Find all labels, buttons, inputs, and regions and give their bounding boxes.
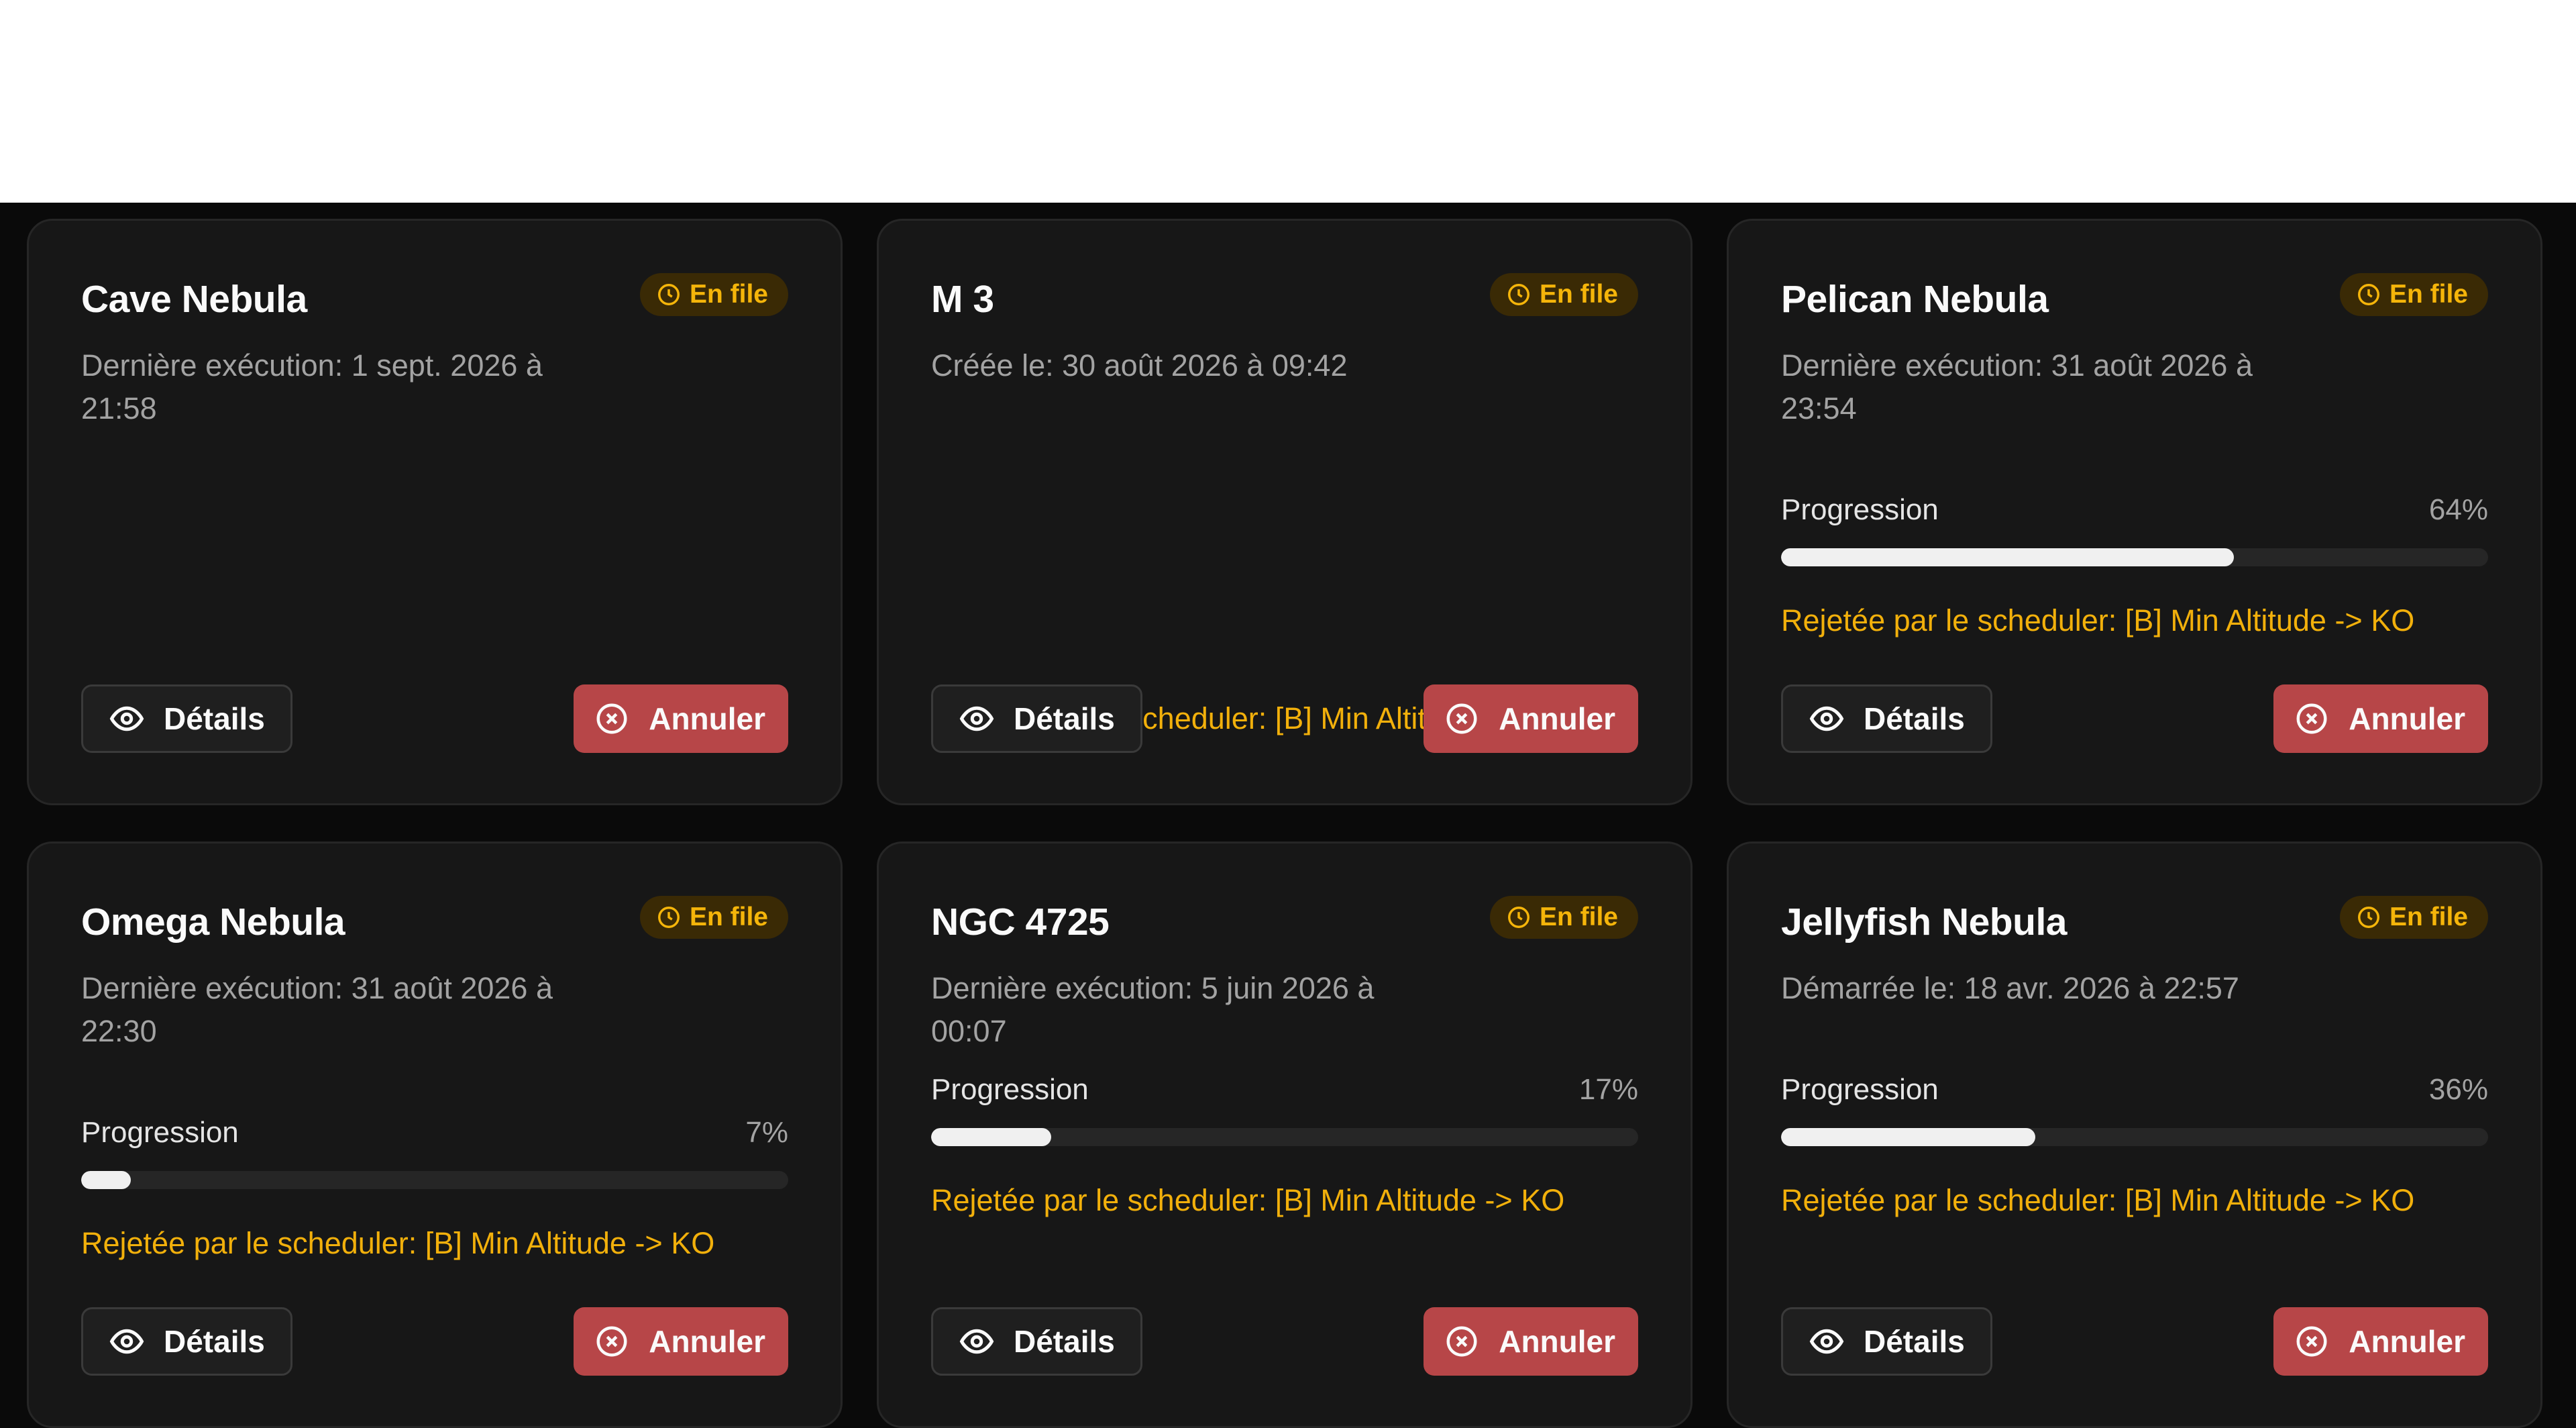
cancel-label: Annuler [2349,1324,2465,1359]
progress-track [1781,1128,2488,1146]
status-label: En file [689,903,768,931]
session-card: M 3 En file Créée le: 30 août 2026 à 09:… [877,219,1693,805]
x-circle-icon [596,1326,627,1357]
clock-icon [1507,284,1529,305]
cancel-button[interactable]: Annuler [1424,1307,1638,1376]
cancel-button[interactable]: Annuler [574,684,788,753]
session-card: NGC 4725 En file Dernière exécution: 5 j… [877,842,1693,1428]
card-title: Cave Nebula [81,278,307,321]
x-circle-icon [1446,1326,1477,1357]
card-title: Jellyfish Nebula [1781,901,2068,944]
cancel-label: Annuler [2349,701,2465,736]
clock-icon [657,907,680,928]
card-title: M 3 [931,278,994,321]
progress-track [931,1128,1638,1146]
cancel-button[interactable]: Annuler [2273,684,2488,753]
progress-track [81,1171,788,1189]
x-circle-icon [2296,1326,2327,1357]
eye-icon [109,1329,144,1354]
session-card: Cave Nebula En file Dernière exécution: … [27,219,843,805]
status-label: En file [689,280,768,309]
progress-percent: 36% [2428,1073,2488,1106]
cancel-button[interactable]: Annuler [2273,1307,2488,1376]
details-button[interactable]: Détails [931,684,1142,753]
progress-fill [931,1128,1052,1146]
status-badge: En file [1489,896,1638,939]
status-label: En file [1539,280,1618,309]
details-label: Détails [164,1324,265,1359]
status-badge: En file [1489,273,1638,316]
scheduler-warning: Rejetée par le scheduler: [B] Min Altitu… [931,1183,1565,1217]
details-button[interactable]: Détails [81,684,292,753]
scheduler-warning: Rejetée par le scheduler: [B] Min Altitu… [1781,603,2415,638]
progress-label: Progression [81,1116,239,1149]
card-title: Omega Nebula [81,901,345,944]
scheduler-warning: Rejetée par le scheduler: [B] Min Altitu… [1781,1183,2415,1217]
session-card: Jellyfish Nebula En file Démarrée le: 18… [1727,842,2542,1428]
details-label: Détails [1014,701,1115,736]
details-button[interactable]: Détails [1781,1307,1992,1376]
card-subtitle: Dernière exécution: 31 août 2026 à 23:54 [1781,348,2253,425]
progress-fill [81,1171,131,1189]
status-badge: En file [2339,896,2488,939]
status-badge: En file [2339,273,2488,316]
details-button[interactable]: Détails [1781,684,1992,753]
clock-icon [657,284,680,305]
card-subtitle: Dernière exécution: 31 août 2026 à 22:30 [81,971,553,1048]
cancel-label: Annuler [1499,701,1615,736]
details-label: Détails [1864,1324,1965,1359]
progress-label: Progression [1781,1073,1939,1106]
session-grid: Cave Nebula En file Dernière exécution: … [27,219,2542,1428]
cancel-label: Annuler [649,1324,765,1359]
details-label: Détails [1864,701,1965,736]
card-subtitle: Dernière exécution: 1 sept. 2026 à 21:58 [81,348,543,425]
x-circle-icon [596,703,627,734]
card-subtitle: Dernière exécution: 5 juin 2026 à 00:07 [931,971,1375,1048]
session-card: Pelican Nebula En file Dernière exécutio… [1727,219,2542,805]
top-header [0,0,2576,203]
details-label: Détails [164,701,265,736]
session-card: Omega Nebula En file Dernière exécution:… [27,842,843,1428]
status-badge: En file [639,273,788,316]
status-label: En file [2389,903,2468,931]
progress-label: Progression [1781,493,1939,526]
eye-icon [959,706,994,731]
eye-icon [1809,1329,1844,1354]
x-circle-icon [1446,703,1477,734]
progress-fill [1781,1128,2036,1146]
status-label: En file [1539,903,1618,931]
progress-fill [1781,548,2234,566]
cancel-label: Annuler [1499,1324,1615,1359]
cancel-button[interactable]: Annuler [1424,684,1638,753]
clock-icon [2357,284,2379,305]
progress-label: Progression [931,1073,1089,1106]
cancel-button[interactable]: Annuler [574,1307,788,1376]
details-button[interactable]: Détails [81,1307,292,1376]
progress-track [1781,548,2488,566]
card-subtitle: Créée le: 30 août 2026 à 09:42 [931,348,1348,382]
progress-percent: 7% [745,1116,788,1149]
cancel-label: Annuler [649,701,765,736]
card-subtitle: Démarrée le: 18 avr. 2026 à 22:57 [1781,971,2239,1005]
clock-icon [1507,907,1529,928]
eye-icon [1809,706,1844,731]
details-label: Détails [1014,1324,1115,1359]
progress-percent: 64% [2428,493,2488,526]
card-title: NGC 4725 [931,901,1110,944]
details-button[interactable]: Détails [931,1307,1142,1376]
eye-icon [959,1329,994,1354]
x-circle-icon [2296,703,2327,734]
clock-icon [2357,907,2379,928]
scheduler-warning: Rejetée par le scheduler: [B] Min Altitu… [81,1226,715,1260]
eye-icon [109,706,144,731]
status-badge: En file [639,896,788,939]
card-title: Pelican Nebula [1781,278,2049,321]
progress-percent: 17% [1578,1073,1638,1106]
status-label: En file [2389,280,2468,309]
